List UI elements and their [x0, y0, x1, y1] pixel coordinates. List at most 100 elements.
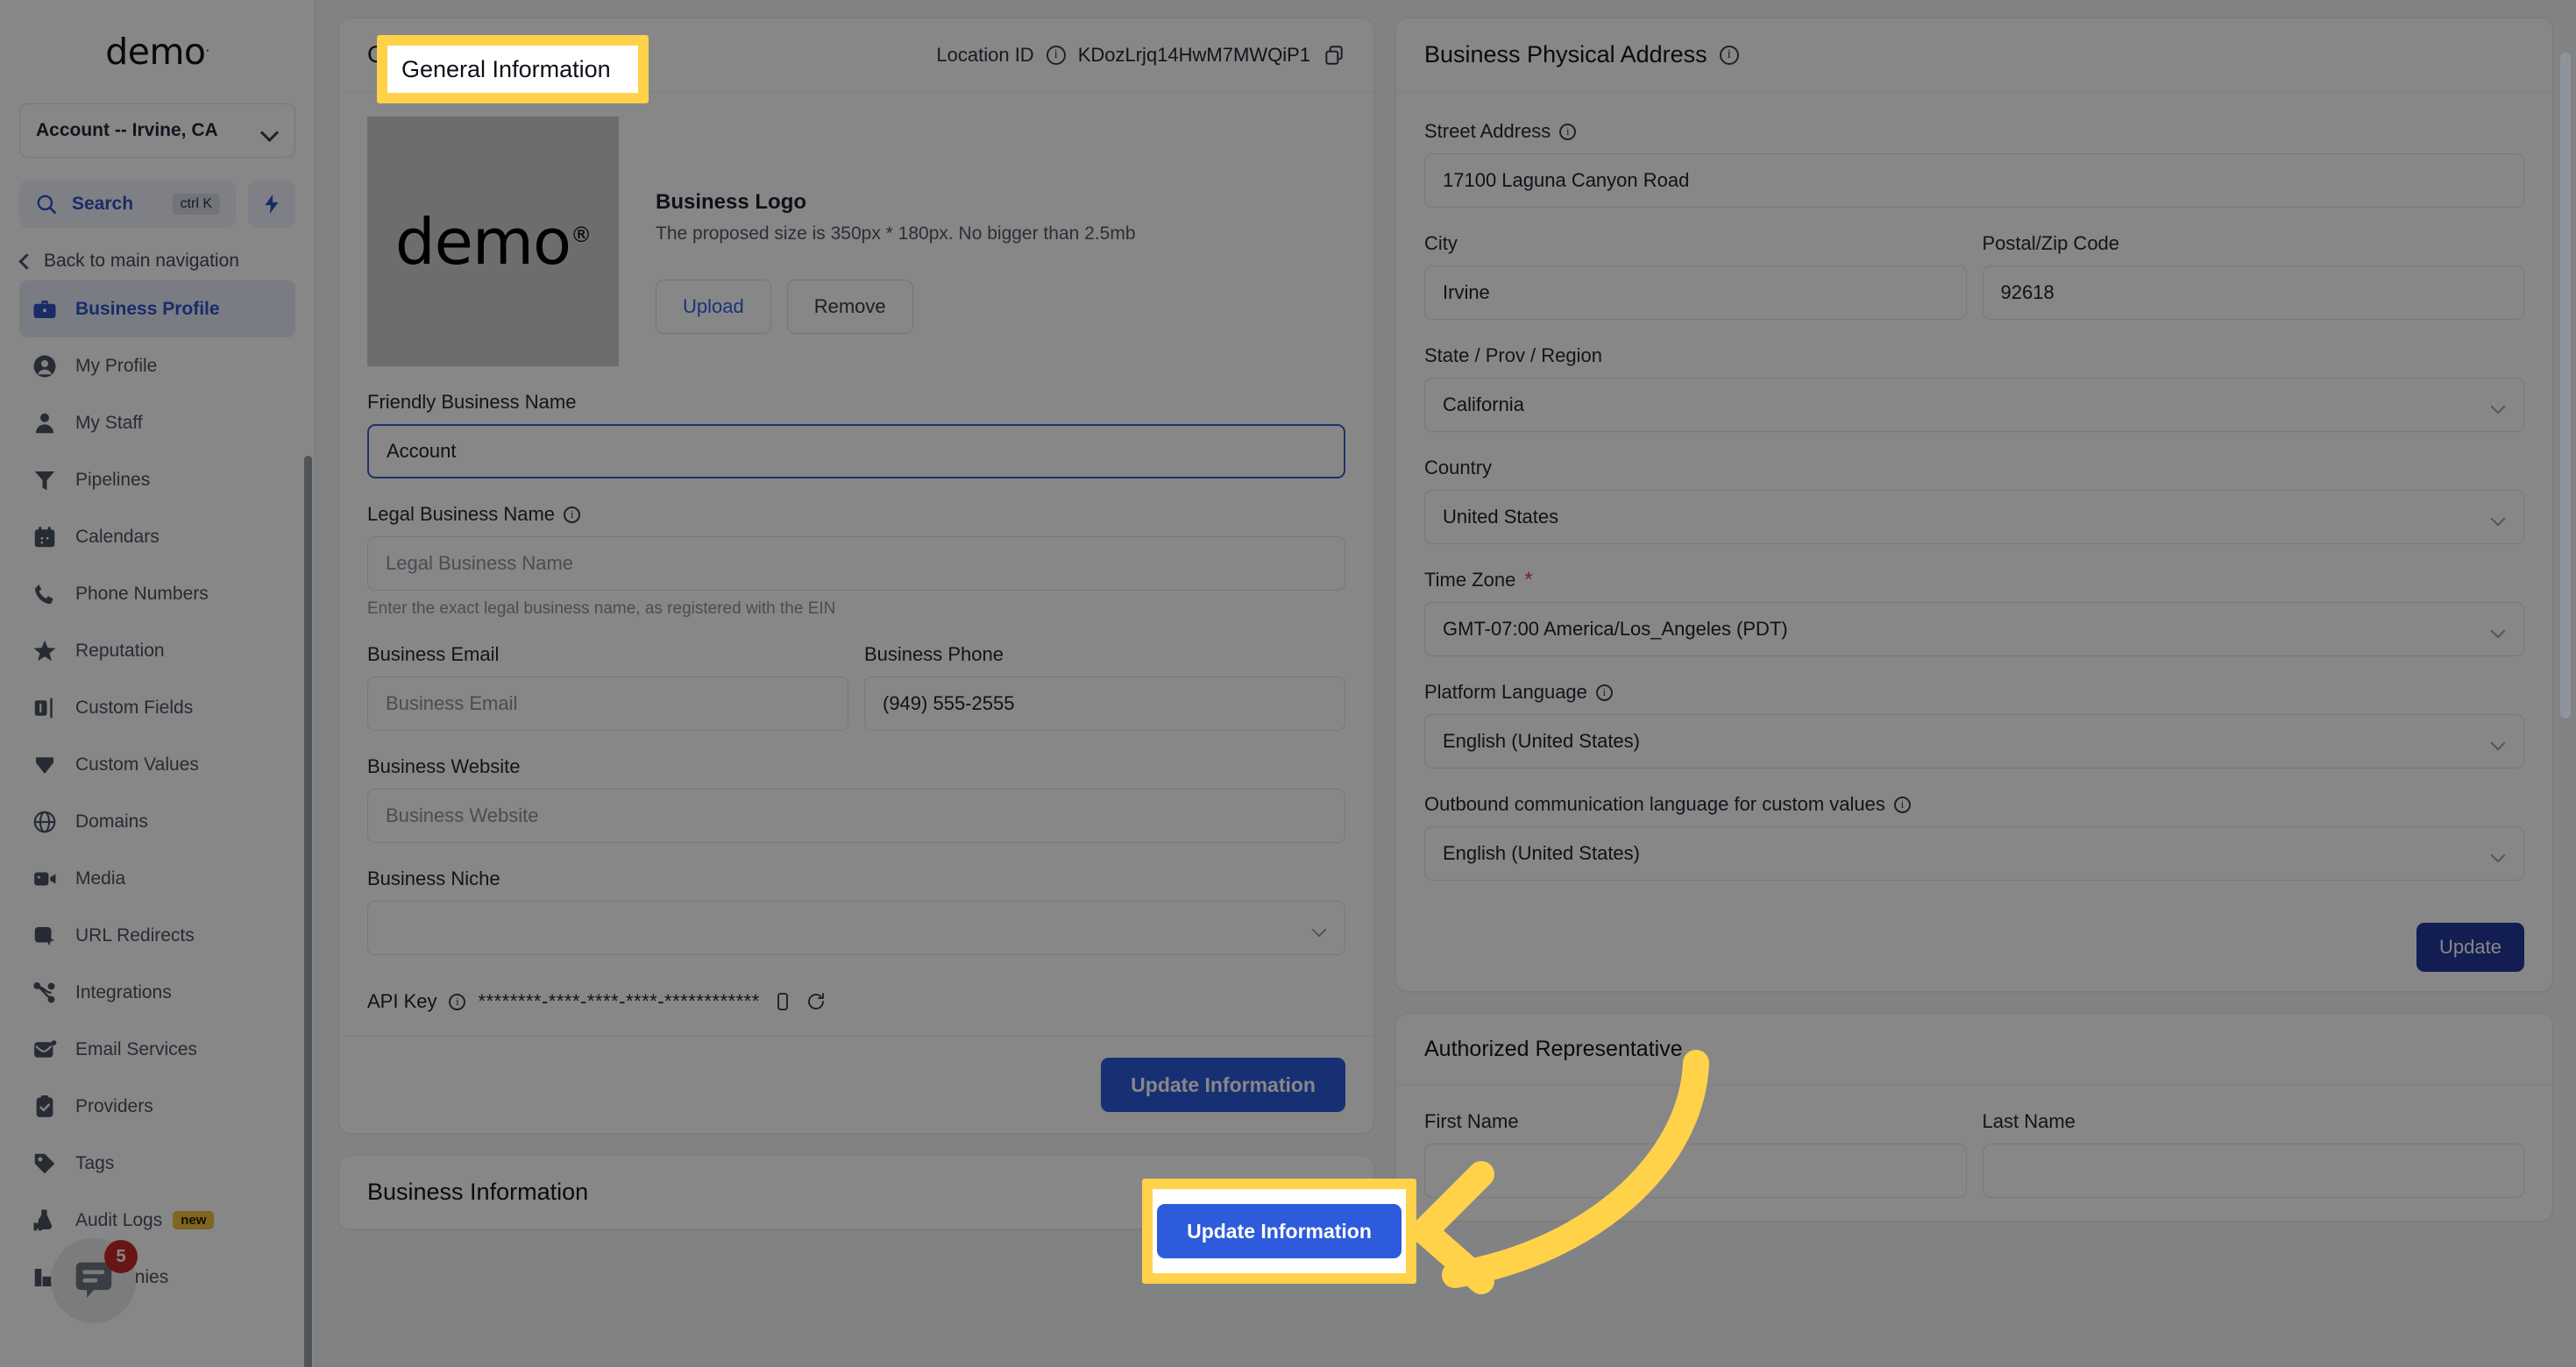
registered-icon: . [205, 39, 210, 55]
legal-business-name-input[interactable]: Legal Business Name [367, 536, 1345, 591]
chevron-down-icon [2492, 401, 2506, 409]
refresh-icon[interactable] [805, 991, 827, 1012]
sidebar-item-email-services[interactable]: Email Services [19, 1021, 295, 1078]
outbound-language-value: English (United States) [1443, 842, 1640, 864]
sidebar-item-my-profile[interactable]: My Profile [19, 337, 295, 394]
funnel-icon [32, 467, 58, 493]
platform-language-select[interactable]: English (United States) [1424, 714, 2524, 768]
country-value: United States [1443, 506, 1559, 528]
lightning-bolt-icon [265, 195, 279, 214]
sidebar-item-business-profile[interactable]: Business Profile [19, 280, 295, 337]
info-icon[interactable]: i [1559, 123, 1577, 140]
business-logo-row: demo® Business Logo The proposed size is… [367, 117, 1345, 366]
sidebar-item-label: Providers [75, 1095, 153, 1116]
authorized-representative-card: Authorized Representative First Name Las… [1395, 1013, 2553, 1222]
person-icon [32, 410, 58, 436]
first-name-input[interactable] [1424, 1144, 1967, 1198]
sidebar-item-integrations[interactable]: Integrations [19, 964, 295, 1021]
sidebar-item-pipelines[interactable]: Pipelines [19, 451, 295, 508]
business-physical-address-body: Street Address i 17100 Laguna Canyon Roa… [1396, 92, 2552, 903]
back-to-main-navigation[interactable]: Back to main navigation [0, 228, 315, 280]
time-zone-select[interactable]: GMT-07:00 America/Los_Angeles (PDT) [1424, 602, 2524, 656]
country-select[interactable]: United States [1424, 490, 2524, 544]
outbound-language-select[interactable]: English (United States) [1424, 826, 2524, 881]
chevron-down-icon [2492, 514, 2506, 521]
sidebar-item-label: Business Profile [75, 298, 220, 319]
authorized-representative-title: Authorized Representative [1424, 1037, 1683, 1061]
chevron-down-icon [1313, 924, 1327, 932]
copy-icon[interactable] [772, 991, 793, 1012]
sidebar-item-calendars[interactable]: Calendars [19, 508, 295, 565]
sidebar-item-tags[interactable]: Tags [19, 1135, 295, 1192]
chevron-left-icon [18, 252, 35, 270]
last-name-input[interactable] [1982, 1144, 2524, 1198]
sidebar-item-label: URL Redirects [75, 924, 195, 946]
sidebar-item-my-staff[interactable]: My Staff [19, 394, 295, 451]
sidebar-item-providers[interactable]: Providers [19, 1078, 295, 1135]
legal-business-name-helper: Enter the exact legal business name, as … [367, 599, 836, 618]
sidebar-item-phone-numbers[interactable]: Phone Numbers [19, 565, 295, 622]
sidebar-item-domains[interactable]: Domains [19, 793, 295, 850]
info-icon[interactable]: i [1719, 45, 1739, 65]
location-id-value: KDozLrjq14HwM7MWQiP1 [1077, 43, 1310, 66]
tag-icon [32, 1151, 58, 1177]
city-input[interactable]: Irvine [1424, 266, 1967, 320]
remove-logo-button[interactable]: Remove [786, 280, 913, 334]
business-information-card: Business Information [338, 1155, 1374, 1230]
friendly-business-name-input[interactable]: Account [367, 424, 1345, 478]
street-address-label: Street Address i [1424, 120, 2524, 143]
business-email-input[interactable]: Business Email [367, 676, 848, 731]
search-input[interactable]: Search ctrl K [19, 181, 236, 228]
sidebar-item-url-redirects[interactable]: URL Redirects [19, 907, 295, 964]
api-key-value: ********-****-****-****-************ [478, 990, 760, 1012]
first-name-field: First Name [1424, 1110, 1967, 1198]
business-niche-label: Business Niche [367, 868, 500, 889]
chevron-down-icon [2492, 738, 2506, 746]
brand-logo: demo. [0, 0, 315, 103]
update-information-button[interactable]: Update Information [1101, 1058, 1345, 1112]
sidebar-item-custom-values[interactable]: Custom Values [19, 736, 295, 793]
copy-icon[interactable] [1323, 44, 1345, 67]
sidebar-item-label: Phone Numbers [75, 583, 209, 604]
calendar-icon [32, 524, 58, 550]
street-address-input[interactable]: 17100 Laguna Canyon Road [1424, 153, 2524, 208]
sidebar-scrollbar[interactable] [304, 456, 312, 1367]
info-icon[interactable]: i [1595, 684, 1613, 701]
page-scrollbar[interactable] [2560, 53, 2571, 719]
sidebar-item-reputation[interactable]: Reputation [19, 622, 295, 679]
diamond-icon [32, 752, 58, 778]
business-website-input[interactable]: Business Website [367, 789, 1345, 843]
phone-icon [32, 581, 58, 607]
business-information-header: Business Information [339, 1156, 1373, 1229]
info-icon[interactable]: i [564, 506, 581, 523]
info-icon[interactable]: i [449, 993, 466, 1010]
account-selector[interactable]: Account -- Irvine, CA [19, 103, 295, 158]
sidebar-item-label: Media [75, 868, 126, 889]
info-icon[interactable]: i [1893, 796, 1911, 813]
postal-code-input[interactable]: 92618 [1982, 266, 2524, 320]
city-postal-row: City Irvine Postal/Zip Code 92618 [1424, 232, 2524, 320]
sidebar-item-label: Custom Fields [75, 697, 194, 718]
sidebar-nav: Business Profile My Profile My Staff Pip… [0, 280, 315, 1367]
sidebar-item-audit-logs[interactable]: Audit Logs new [19, 1192, 295, 1249]
general-information-card: General Information Location ID i KDozLr… [338, 18, 1374, 1134]
platform-language-field: Platform Language i English (United Stat… [1424, 681, 2524, 768]
cursor-box-icon [32, 923, 58, 949]
chat-widget-button[interactable]: 5 [51, 1238, 138, 1323]
business-phone-input[interactable]: (949) 555-2555 [864, 676, 1345, 731]
upload-logo-button[interactable]: Upload [656, 280, 771, 334]
authorized-representative-body: First Name Last Name [1396, 1086, 2552, 1221]
business-niche-select[interactable] [367, 901, 1345, 955]
legal-business-name-label-text: Legal Business Name [367, 503, 556, 525]
sidebar-item-label: Reputation [75, 640, 165, 661]
location-id-group: Location ID i KDozLrjq14HwM7MWQiP1 [936, 44, 1345, 67]
update-button[interactable]: Update [2416, 923, 2524, 972]
state-select[interactable]: California [1424, 378, 2524, 432]
street-address-field: Street Address i 17100 Laguna Canyon Roa… [1424, 120, 2524, 208]
sidebar-item-custom-fields[interactable]: Custom Fields [19, 679, 295, 736]
info-icon[interactable]: i [1046, 45, 1066, 65]
quick-actions-button[interactable] [248, 181, 295, 228]
sidebar-item-media[interactable]: Media [19, 850, 295, 907]
video-icon [32, 866, 58, 892]
authorized-representative-header: Authorized Representative [1396, 1014, 2552, 1086]
